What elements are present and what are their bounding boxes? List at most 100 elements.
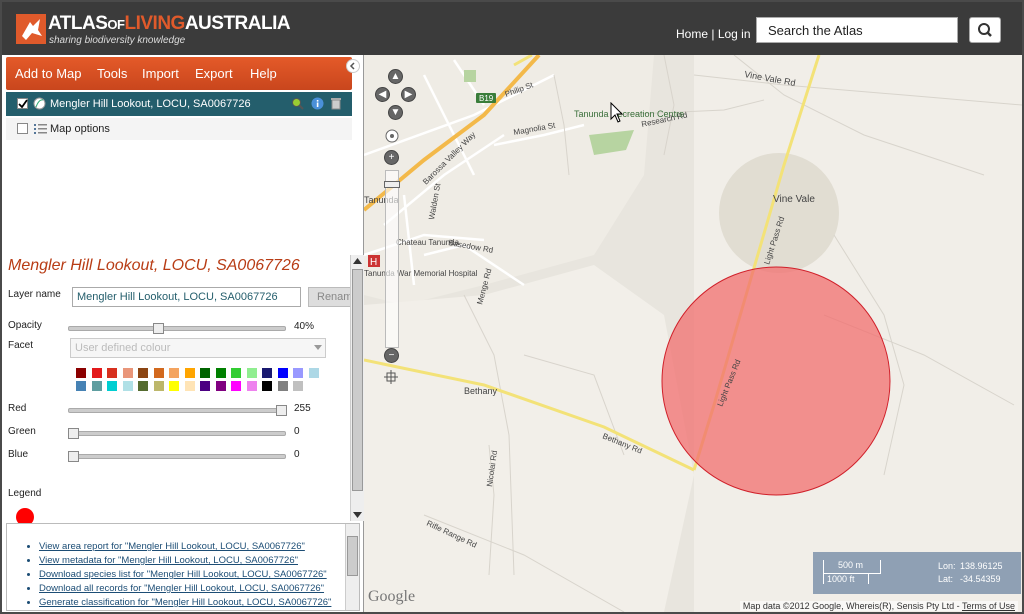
colour-swatch[interactable]: [200, 368, 210, 378]
download-records-link[interactable]: Download all records for "Mengler Hill L…: [39, 582, 359, 596]
links-scrollbar[interactable]: [345, 524, 359, 610]
colour-swatch[interactable]: [215, 368, 226, 378]
colour-swatch[interactable]: [184, 381, 195, 391]
menu-export[interactable]: Export: [195, 66, 233, 81]
blue-slider[interactable]: [68, 454, 286, 459]
colour-swatch[interactable]: [246, 381, 257, 391]
colour-swatch[interactable]: [153, 381, 164, 391]
collapse-panel-button[interactable]: [346, 59, 360, 73]
colour-swatch[interactable]: [293, 368, 303, 378]
terms-of-use-link[interactable]: Terms of Use: [962, 601, 1015, 611]
layer-links-box: View area report for "Mengler Hill Looko…: [6, 523, 360, 611]
green-slider[interactable]: [68, 431, 286, 436]
colour-swatch[interactable]: [91, 381, 102, 391]
delete-layer-icon[interactable]: [330, 97, 342, 110]
colour-swatch[interactable]: [231, 368, 241, 378]
rename-button[interactable]: Rename: [308, 287, 352, 307]
search-input[interactable]: Search the Atlas: [756, 17, 958, 43]
colour-swatch[interactable]: [138, 381, 148, 391]
menu-add-to-map[interactable]: Add to Map: [15, 66, 82, 81]
map-pan-control: ▲ ◀ ▶ ▼: [375, 69, 416, 131]
links-scroll-thumb[interactable]: [347, 536, 358, 576]
map-options-checkbox[interactable]: [17, 123, 28, 134]
list-icon: [34, 124, 47, 134]
pan-down-button[interactable]: ▼: [388, 105, 403, 120]
logo-part-australia: AUSTRALIA: [184, 13, 291, 34]
header-links: Home | Log in: [676, 27, 751, 41]
app-frame: ATLASOFLIVINGAUSTRALIA sharing biodivers…: [0, 0, 1024, 614]
colour-swatch[interactable]: [91, 368, 102, 378]
layer-name-label: Layer name: [8, 289, 61, 300]
green-slider-handle[interactable]: [68, 428, 79, 439]
ala-logo[interactable]: ATLASOFLIVINGAUSTRALIA sharing biodivers…: [16, 13, 291, 46]
colour-swatch[interactable]: [184, 368, 195, 378]
colour-swatch[interactable]: [107, 368, 117, 378]
pan-hand-icon[interactable]: [384, 128, 400, 144]
menu-help[interactable]: Help: [250, 66, 277, 81]
colour-swatch[interactable]: [262, 381, 272, 391]
colour-swatch[interactable]: [76, 368, 86, 378]
area-layer-icon: [33, 97, 46, 110]
lon-label: Lon:: [938, 561, 956, 571]
map-label-tanunda-rec: Tanunda Recreation Centre: [574, 109, 684, 119]
colour-swatch[interactable]: [107, 381, 117, 391]
colour-swatch[interactable]: [153, 368, 164, 378]
colour-swatch[interactable]: [308, 368, 319, 378]
info-icon[interactable]: [311, 97, 324, 110]
colour-swatch[interactable]: [138, 368, 148, 378]
colour-swatch[interactable]: [215, 381, 226, 391]
colour-swatch[interactable]: [169, 381, 179, 391]
map-label-vine-vale: Vine Vale: [773, 194, 815, 205]
scroll-thumb[interactable]: [352, 269, 363, 491]
area-report-link[interactable]: View area report for "Mengler Hill Looko…: [39, 540, 359, 554]
zoom-slider-handle[interactable]: [384, 181, 400, 188]
colour-swatch[interactable]: [169, 368, 179, 378]
colour-swatch[interactable]: [293, 381, 303, 391]
pan-left-button[interactable]: ◀: [375, 87, 390, 102]
zoom-out-button[interactable]: −: [384, 348, 399, 363]
opacity-slider-handle[interactable]: [153, 323, 165, 334]
red-slider[interactable]: [68, 408, 286, 413]
logo-part-atlas: ATLAS: [48, 13, 108, 34]
zoom-in-button[interactable]: +: [384, 150, 399, 165]
search-button[interactable]: [969, 17, 1001, 43]
facet-select[interactable]: User defined colour: [70, 338, 326, 358]
menu-tools[interactable]: Tools: [97, 66, 127, 81]
colour-swatch[interactable]: [76, 381, 86, 391]
pan-right-button[interactable]: ▶: [401, 87, 416, 102]
colour-swatch[interactable]: [200, 381, 210, 391]
layer-item-active[interactable]: Mengler Hill Lookout, LOCU, SA0067726: [6, 92, 352, 116]
layer-name-input[interactable]: Mengler Hill Lookout, LOCU, SA0067726: [72, 287, 301, 307]
species-list-link[interactable]: Download species list for "Mengler Hill …: [39, 568, 359, 582]
zoom-extent-icon[interactable]: [384, 370, 398, 384]
colour-swatch[interactable]: [277, 381, 288, 391]
colour-swatch[interactable]: [122, 381, 133, 391]
opacity-slider[interactable]: [68, 326, 286, 331]
logo-part-living: LIVING: [124, 13, 185, 34]
layer-item-map-options[interactable]: Map options: [6, 118, 352, 140]
chevron-down-icon: [314, 345, 322, 350]
main-menu: Add to Map Tools Import Export Help: [6, 57, 352, 90]
colour-swatch[interactable]: [262, 368, 272, 378]
login-link[interactable]: Log in: [718, 27, 751, 41]
menu-import[interactable]: Import: [142, 66, 179, 81]
layer-visible-checkbox[interactable]: [17, 98, 28, 109]
zoom-slider[interactable]: [384, 170, 400, 348]
red-slider-handle[interactable]: [276, 405, 287, 416]
scroll-down-icon[interactable]: [353, 511, 362, 519]
map-view[interactable]: B19 Vine Vale Rd Philip St Research Rd T…: [364, 55, 1022, 612]
classification-link[interactable]: Generate classification for "Mengler Hil…: [39, 596, 359, 610]
pan-up-button[interactable]: ▲: [388, 69, 403, 84]
colour-swatch[interactable]: [231, 381, 241, 391]
home-link[interactable]: Home: [676, 27, 708, 41]
map-canvas: B19 Vine Vale Rd Philip St Research Rd T…: [364, 55, 1022, 612]
zoom-to-layer-icon[interactable]: [291, 97, 304, 110]
blue-slider-handle[interactable]: [68, 451, 79, 462]
metadata-link[interactable]: View metadata for "Mengler Hill Lookout,…: [39, 554, 359, 568]
colour-swatch[interactable]: [246, 368, 257, 378]
google-logo[interactable]: Google: [368, 588, 415, 606]
detail-scrollbar[interactable]: [350, 255, 364, 521]
colour-swatch[interactable]: [122, 368, 133, 378]
scroll-up-icon[interactable]: [353, 257, 362, 265]
colour-swatch[interactable]: [277, 368, 288, 378]
